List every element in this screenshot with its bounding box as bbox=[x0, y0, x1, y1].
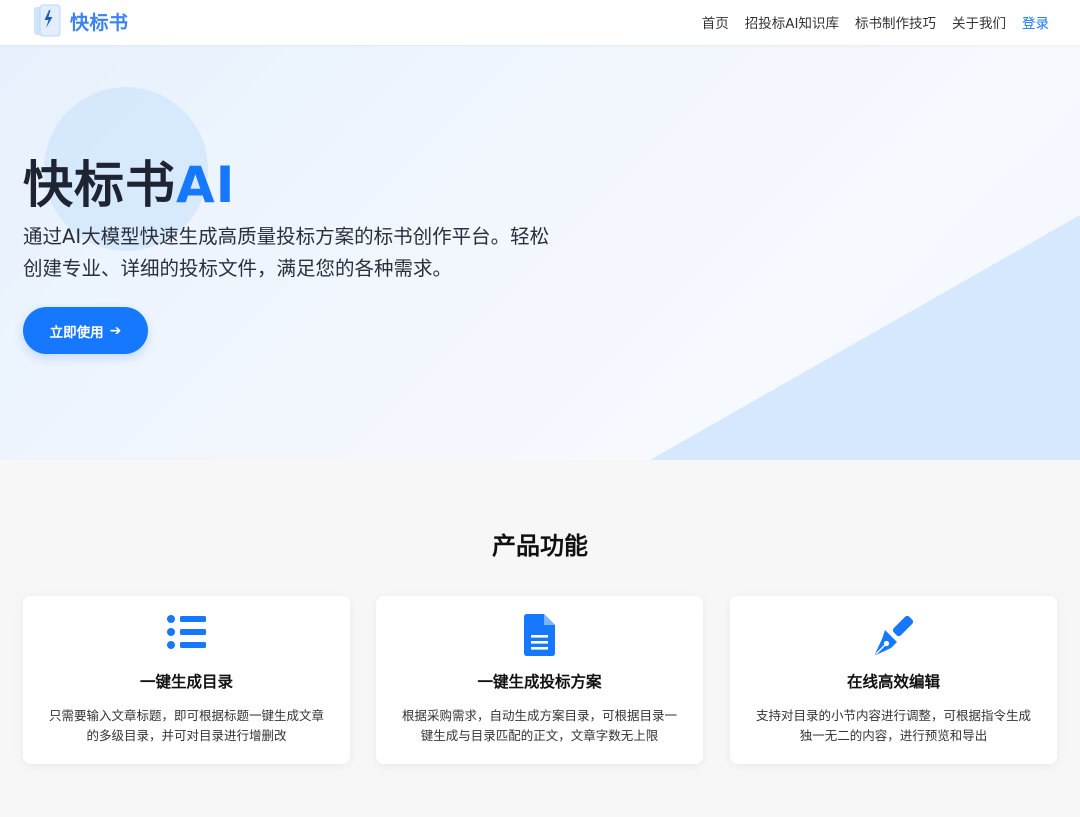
features-title: 产品功能 bbox=[492, 532, 588, 560]
feature-description: 根据采购需求，自动生成方案目录，可根据目录一键生成与目录匹配的正文，文章字数无上… bbox=[401, 708, 677, 743]
arrow-right-icon: ➔ bbox=[109, 322, 122, 339]
top-navbar: 快标书 首页 招投标AI知识库 标书制作技巧 关于我们 登录 bbox=[0, 0, 1080, 45]
hero-title-main: 快标书 bbox=[23, 156, 176, 214]
nav-links: 首页 招投标AI知识库 标书制作技巧 关于我们 登录 bbox=[686, 12, 1049, 32]
pen-nib-icon bbox=[730, 614, 1057, 658]
nav-ai-knowledge[interactable]: 招投标AI知识库 bbox=[745, 12, 839, 32]
brand-name: 快标书 bbox=[70, 11, 129, 34]
start-now-button[interactable]: 立即使用 ➔ bbox=[23, 307, 148, 354]
feature-card-proposal: 一键生成投标方案 根据采购需求，自动生成方案目录，可根据目录一键生成与目录匹配的… bbox=[376, 596, 703, 764]
feature-description: 支持对目录的小节内容进行调整，可根据指令生成独一无二的内容，进行预览和导出 bbox=[755, 708, 1031, 743]
feature-description: 只需要输入文章标题，即可根据标题一键生成文章的多级目录，并可对目录进行增删改 bbox=[48, 708, 324, 743]
feature-title: 在线高效编辑 bbox=[846, 673, 940, 691]
brand-logo[interactable]: 快标书 bbox=[32, 4, 129, 38]
nav-home[interactable]: 首页 bbox=[702, 12, 729, 32]
logo-icon bbox=[32, 4, 64, 38]
hero-section: 快标书AI 通过AI大模型快速生成高质量投标方案的标书创作平台。轻松创建专业、详… bbox=[0, 45, 1080, 460]
login-link[interactable]: 登录 bbox=[1022, 12, 1049, 32]
feature-card-editor: 在线高效编辑 支持对目录的小节内容进行调整，可根据指令生成独一无二的内容，进行预… bbox=[730, 596, 1057, 764]
hero-title: 快标书AI bbox=[23, 145, 235, 217]
feature-card-toc: 一键生成目录 只需要输入文章标题，即可根据标题一键生成文章的多级目录，并可对目录… bbox=[23, 596, 350, 764]
feature-title: 一键生成投标方案 bbox=[477, 673, 602, 691]
list-icon bbox=[23, 614, 350, 658]
start-now-label: 立即使用 bbox=[49, 324, 104, 341]
document-icon bbox=[376, 614, 703, 658]
nav-tips[interactable]: 标书制作技巧 bbox=[855, 12, 936, 32]
feature-title: 一键生成目录 bbox=[139, 673, 233, 691]
nav-about[interactable]: 关于我们 bbox=[952, 12, 1006, 32]
hero-title-accent: AI bbox=[176, 156, 236, 214]
hero-description: 通过AI大模型快速生成高质量投标方案的标书创作平台。轻松创建专业、详细的投标文件… bbox=[23, 225, 550, 280]
